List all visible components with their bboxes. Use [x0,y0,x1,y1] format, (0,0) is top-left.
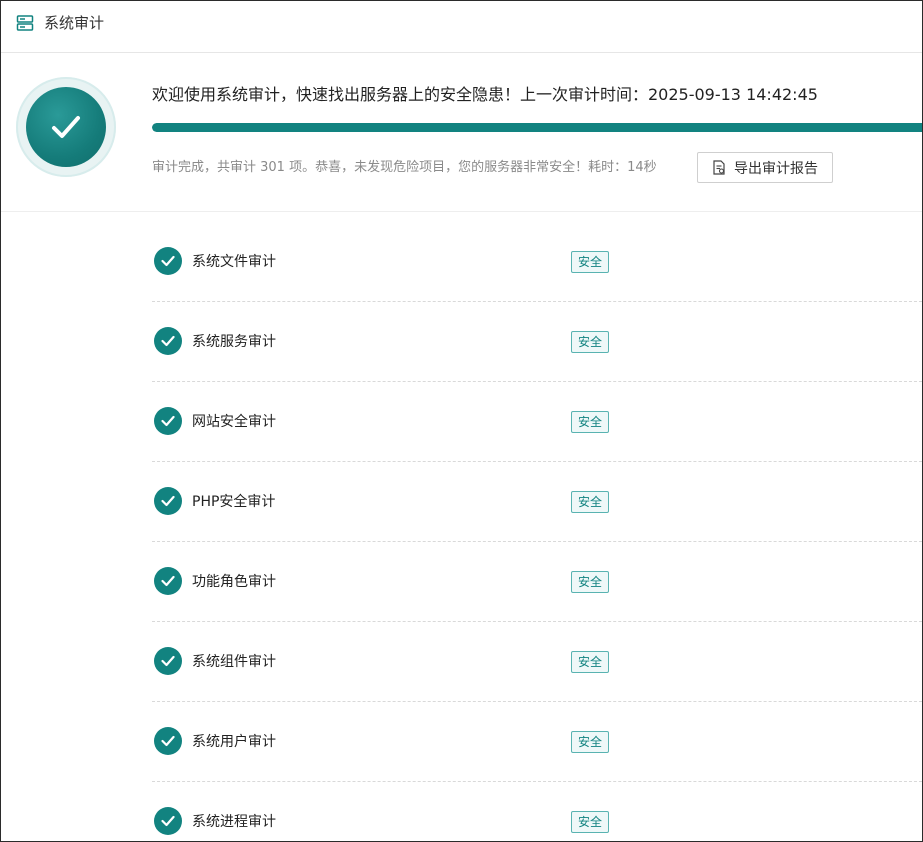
server-icon [16,14,34,32]
status-badge: 安全 [571,731,610,753]
status-badge: 安全 [571,331,610,353]
audit-item-label: 网站安全审计 [192,414,276,430]
audit-row: 系统用户审计 安全 [152,702,922,782]
audit-row: 系统组件审计 安全 [152,622,922,702]
audit-progress-bar [152,123,922,132]
check-icon [154,727,182,755]
status-badge: 安全 [571,811,610,833]
audit-row: 系统进程审计 安全 [152,782,922,841]
audit-item-label: 系统服务审计 [192,334,276,350]
welcome-message: 欢迎使用系统审计，快速找出服务器上的安全隐患！上一次审计时间：2025-09-1… [152,85,818,104]
check-icon [154,327,182,355]
export-report-button[interactable]: 导出审计报告 [697,152,833,183]
check-icon [154,247,182,275]
audit-status-badge [16,77,116,177]
status-badge: 安全 [571,251,610,273]
audit-row: 网站安全审计 安全 [152,382,922,462]
audit-row: 功能角色审计 安全 [152,542,922,622]
page-header: 系统审计 [1,1,922,53]
audit-item-label: 系统进程审计 [192,814,276,830]
audit-item-list: 系统文件审计 安全 系统服务审计 安全 网站安全审计 安全 PHP安全审计 安全 [152,222,922,841]
audit-row: PHP安全审计 安全 [152,462,922,542]
status-badge: 安全 [571,491,610,513]
audit-item-label: 功能角色审计 [192,574,276,590]
audit-result-text: 审计完成，共审计 301 项。恭喜，未发现危险项目，您的服务器非常安全！耗时：1… [152,160,657,175]
page-title: 系统审计 [44,14,105,32]
audit-item-label: 系统文件审计 [192,254,276,270]
audit-row: 系统文件审计 安全 [152,222,922,302]
audit-item-label: 系统组件审计 [192,654,276,670]
checkmark-icon [52,116,80,138]
check-icon [154,487,182,515]
status-badge: 安全 [571,571,610,593]
check-icon [154,807,182,835]
export-report-label: 导出审计报告 [734,160,818,177]
check-icon [154,567,182,595]
check-icon [154,647,182,675]
status-badge: 安全 [571,411,610,433]
audit-item-label: 系统用户审计 [192,734,276,750]
audit-row: 系统服务审计 安全 [152,302,922,382]
check-icon [154,407,182,435]
audit-progress-fill [152,123,922,132]
status-badge: 安全 [571,651,610,673]
audit-summary: 欢迎使用系统审计，快速找出服务器上的安全隐患！上一次审计时间：2025-09-1… [1,53,922,212]
audit-item-label: PHP安全审计 [192,494,276,510]
audit-window: 系统审计 欢迎使用系统审计，快速找出服务器上的安全隐患！上一次审计时间：2025… [0,0,923,842]
report-icon [713,160,725,175]
